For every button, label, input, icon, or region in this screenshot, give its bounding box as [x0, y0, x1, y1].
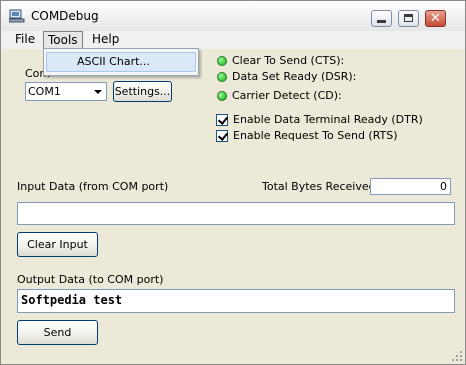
input-data-label: Input Data (from COM port) [17, 180, 169, 193]
close-icon: ✕ [430, 11, 441, 26]
dsr-led-icon [217, 72, 227, 82]
output-data-field[interactable]: Softpedia test [17, 289, 455, 313]
maximize-icon [404, 14, 413, 22]
chevron-down-icon[interactable] [90, 83, 106, 100]
rts-checkbox[interactable] [216, 130, 228, 142]
minimize-icon [377, 20, 386, 23]
total-bytes-label: Total Bytes Received: [262, 180, 380, 193]
tools-dropdown: ASCII Chart... [43, 48, 199, 76]
maximize-button[interactable] [398, 10, 419, 27]
dtr-label[interactable]: Enable Data Terminal Ready (DTR) [233, 113, 423, 126]
title-bar[interactable]: COMDebug ✕ [1, 1, 465, 31]
menu-tools[interactable]: Tools [43, 31, 83, 49]
rts-label[interactable]: Enable Request To Send (RTS) [233, 129, 398, 142]
menu-bar: File Tools Help [1, 31, 465, 49]
cd-label: Carrier Detect (CD): [232, 89, 342, 102]
app-computer-icon [9, 9, 25, 23]
output-data-label: Output Data (to COM port) [17, 273, 164, 286]
input-data-field[interactable] [17, 202, 455, 225]
comdebug-window: COMDebug ✕ File Tools Help ASCII Chart..… [0, 0, 466, 365]
total-bytes-field: 0 [370, 178, 451, 195]
resize-grip-icon[interactable] [451, 350, 463, 362]
menu-help[interactable]: Help [88, 31, 123, 49]
menu-item-ascii-chart[interactable]: ASCII Chart... [46, 52, 196, 72]
close-button[interactable]: ✕ [425, 10, 446, 27]
window-title: COMDebug [31, 9, 99, 23]
clear-input-button[interactable]: Clear Input [17, 232, 98, 257]
minimize-button[interactable] [371, 10, 392, 27]
cd-led-icon [217, 91, 227, 101]
dsr-label: Data Set Ready (DSR): [232, 70, 357, 83]
dtr-checkbox[interactable] [216, 114, 228, 126]
com-port-select[interactable]: COM1 [25, 82, 107, 101]
menu-file[interactable]: File [11, 31, 39, 49]
settings-button[interactable]: Settings... [113, 81, 172, 102]
send-button[interactable]: Send [17, 320, 98, 345]
cts-led-icon [217, 56, 227, 66]
cts-label: Clear To Send (CTS): [232, 54, 345, 67]
com-port-value: COM1 [28, 85, 61, 98]
